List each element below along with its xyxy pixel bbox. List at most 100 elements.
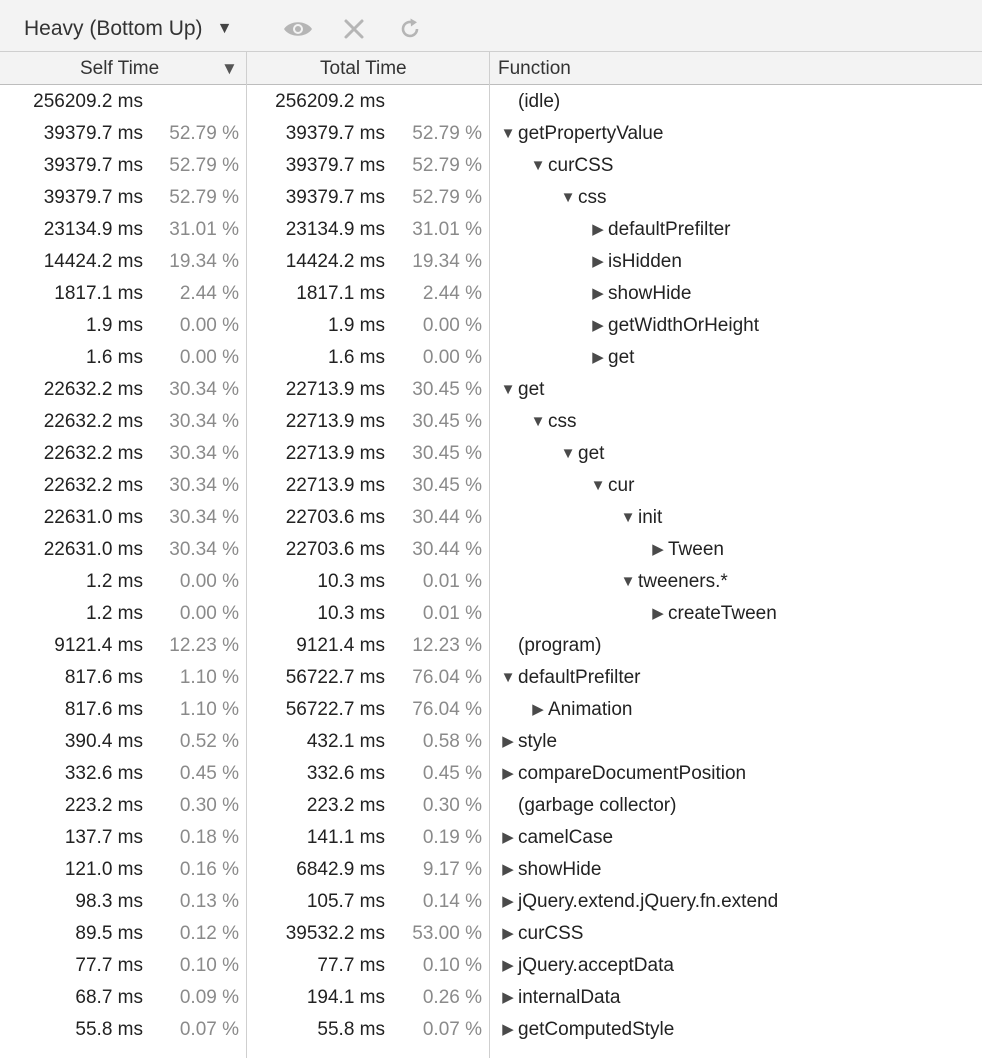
expanded-triangle-icon[interactable]: ▼ — [560, 438, 576, 470]
function-name[interactable]: internalData — [518, 982, 620, 1014]
function-name[interactable]: get — [578, 438, 604, 470]
expanded-triangle-icon[interactable]: ▼ — [500, 662, 516, 694]
function-name[interactable]: style — [518, 726, 557, 758]
expanded-triangle-icon[interactable]: ▼ — [500, 118, 516, 150]
collapsed-triangle-icon[interactable]: ▶ — [500, 822, 516, 854]
table-row[interactable]: 121.0 ms 0.16 % 6842.9 ms 9.17 % ▶ showHide — [0, 854, 982, 886]
collapsed-triangle-icon[interactable]: ▶ — [500, 982, 516, 1014]
self-time-value: 9121.4 ms — [54, 635, 143, 656]
function-name[interactable]: camelCase — [518, 822, 613, 854]
table-row[interactable]: 1.9 ms 0.00 % 1.9 ms 0.00 % ▶ getWidthOrHeigh… — [0, 310, 982, 342]
table-row[interactable]: 1.6 ms 0.00 % 1.6 ms 0.00 % ▶ get — [0, 342, 982, 374]
table-row[interactable]: 1.2 ms 0.00 % 10.3 ms 0.01 % ▼ tweeners.* — [0, 566, 982, 598]
table-row[interactable]: 137.7 ms 0.18 % 141.1 ms 0.19 % ▶ camelCase — [0, 822, 982, 854]
view-mode-select[interactable]: Heavy (Bottom Up) ▼ — [24, 14, 232, 44]
eye-icon[interactable] — [282, 14, 314, 44]
table-row[interactable]: 1.2 ms 0.00 % 10.3 ms 0.01 % ▶ createTween — [0, 598, 982, 630]
expanded-triangle-icon[interactable]: ▼ — [620, 566, 636, 598]
table-row[interactable]: 39379.7 ms 52.79 % 39379.7 ms 52.79 % ▼ getPr… — [0, 118, 982, 150]
table-row[interactable]: 332.6 ms 0.45 % 332.6 ms 0.45 % ▶ compareDocu… — [0, 758, 982, 790]
function-name[interactable]: (idle) — [518, 86, 560, 118]
collapsed-triangle-icon[interactable]: ▶ — [500, 726, 516, 758]
total-time-value: 55.8 ms — [317, 1019, 385, 1040]
collapsed-triangle-icon[interactable]: ▶ — [590, 278, 606, 310]
function-name[interactable]: Animation — [548, 694, 633, 726]
collapsed-triangle-icon[interactable]: ▶ — [650, 598, 666, 630]
table-row[interactable]: 22632.2 ms 30.34 % 22713.9 ms 30.45 % ▼ get — [0, 438, 982, 470]
collapsed-triangle-icon[interactable]: ▶ — [500, 758, 516, 790]
table-row[interactable]: 22632.2 ms 30.34 % 22713.9 ms 30.45 % ▼ cur — [0, 470, 982, 502]
function-name[interactable]: showHide — [518, 854, 601, 886]
collapsed-triangle-icon[interactable]: ▶ — [500, 854, 516, 886]
function-name[interactable]: css — [548, 406, 577, 438]
table-row[interactable]: 817.6 ms 1.10 % 56722.7 ms 76.04 % ▼ defaultP… — [0, 662, 982, 694]
function-name[interactable]: createTween — [668, 598, 777, 630]
table-row[interactable]: 55.8 ms 0.07 % 55.8 ms 0.07 % ▶ getComputedSt… — [0, 1014, 982, 1046]
self-time-percent: 52.79 % — [169, 187, 239, 208]
self-time-header[interactable]: Self Time — [80, 52, 159, 85]
function-name[interactable]: (garbage collector) — [518, 790, 676, 822]
table-row[interactable]: 68.7 ms 0.09 % 194.1 ms 0.26 % ▶ internalData — [0, 982, 982, 1014]
function-name[interactable]: getWidthOrHeight — [608, 310, 759, 342]
function-header[interactable]: Function — [498, 52, 571, 85]
expanded-triangle-icon[interactable]: ▼ — [560, 182, 576, 214]
table-row[interactable]: 98.3 ms 0.13 % 105.7 ms 0.14 % ▶ jQuery.exten… — [0, 886, 982, 918]
function-name[interactable]: getPropertyValue — [518, 118, 663, 150]
function-name[interactable]: cur — [608, 470, 634, 502]
collapsed-triangle-icon[interactable]: ▶ — [590, 310, 606, 342]
expanded-triangle-icon[interactable]: ▼ — [530, 406, 546, 438]
function-name[interactable]: get — [518, 374, 544, 406]
self-time-percent: 30.34 % — [169, 443, 239, 464]
table-row[interactable]: 89.5 ms 0.12 % 39532.2 ms 53.00 % ▶ curCSS — [0, 918, 982, 950]
total-time-value: 22703.6 ms — [285, 507, 385, 528]
function-name[interactable]: init — [638, 502, 662, 534]
table-row[interactable]: 77.7 ms 0.10 % 77.7 ms 0.10 % ▶ jQuery.accept… — [0, 950, 982, 982]
collapsed-triangle-icon[interactable]: ▶ — [530, 694, 546, 726]
collapsed-triangle-icon[interactable]: ▶ — [500, 886, 516, 918]
expanded-triangle-icon[interactable]: ▼ — [500, 374, 516, 406]
close-icon[interactable] — [338, 14, 370, 44]
collapsed-triangle-icon[interactable]: ▶ — [590, 246, 606, 278]
function-name[interactable]: jQuery.acceptData — [518, 950, 674, 982]
function-name[interactable]: jQuery.extend.jQuery.fn.extend — [518, 886, 778, 918]
function-name[interactable]: defaultPrefilter — [608, 214, 731, 246]
collapsed-triangle-icon[interactable]: ▶ — [590, 214, 606, 246]
function-name[interactable]: curCSS — [518, 918, 583, 950]
table-row[interactable]: 22632.2 ms 30.34 % 22713.9 ms 30.45 % ▼ get — [0, 374, 982, 406]
function-name[interactable]: defaultPrefilter — [518, 662, 641, 694]
table-row[interactable]: 22631.0 ms 30.34 % 22703.6 ms 30.44 % ▶ Tween — [0, 534, 982, 566]
function-name[interactable]: tweeners.* — [638, 566, 728, 598]
total-time-header[interactable]: Total Time — [320, 52, 407, 85]
table-row[interactable]: 14424.2 ms 19.34 % 14424.2 ms 19.34 % ▶ isHid… — [0, 246, 982, 278]
total-time-value: 77.7 ms — [317, 955, 385, 976]
collapsed-triangle-icon[interactable]: ▶ — [650, 534, 666, 566]
function-name[interactable]: Tween — [668, 534, 724, 566]
reload-icon[interactable] — [394, 14, 426, 44]
function-name[interactable]: compareDocumentPosition — [518, 758, 746, 790]
table-row[interactable]: 9121.4 ms 12.23 % 9121.4 ms 12.23 % (program… — [0, 630, 982, 662]
table-row[interactable]: 1817.1 ms 2.44 % 1817.1 ms 2.44 % ▶ showHide — [0, 278, 982, 310]
table-row[interactable]: 223.2 ms 0.30 % 223.2 ms 0.30 % (garbage col… — [0, 790, 982, 822]
table-row[interactable]: 23134.9 ms 31.01 % 23134.9 ms 31.01 % ▶ defau… — [0, 214, 982, 246]
function-name[interactable]: curCSS — [548, 150, 613, 182]
table-row[interactable]: 817.6 ms 1.10 % 56722.7 ms 76.04 % ▶ Animatio… — [0, 694, 982, 726]
expanded-triangle-icon[interactable]: ▼ — [530, 150, 546, 182]
function-name[interactable]: isHidden — [608, 246, 682, 278]
function-name[interactable]: get — [608, 342, 634, 374]
function-name[interactable]: showHide — [608, 278, 691, 310]
function-name[interactable]: css — [578, 182, 607, 214]
table-row[interactable]: 390.4 ms 0.52 % 432.1 ms 0.58 % ▶ style — [0, 726, 982, 758]
collapsed-triangle-icon[interactable]: ▶ — [500, 918, 516, 950]
function-name[interactable]: getComputedStyle — [518, 1014, 674, 1046]
collapsed-triangle-icon[interactable]: ▶ — [500, 950, 516, 982]
collapsed-triangle-icon[interactable]: ▶ — [590, 342, 606, 374]
expanded-triangle-icon[interactable]: ▼ — [590, 470, 606, 502]
table-row[interactable]: 22631.0 ms 30.34 % 22703.6 ms 30.44 % ▼ init — [0, 502, 982, 534]
collapsed-triangle-icon[interactable]: ▶ — [500, 1014, 516, 1046]
table-row[interactable]: 256209.2 ms 256209.2 ms (idle) — [0, 86, 982, 118]
expanded-triangle-icon[interactable]: ▼ — [620, 502, 636, 534]
table-row[interactable]: 39379.7 ms 52.79 % 39379.7 ms 52.79 % ▼ curCS… — [0, 150, 982, 182]
table-row[interactable]: 22632.2 ms 30.34 % 22713.9 ms 30.45 % ▼ css — [0, 406, 982, 438]
table-row[interactable]: 39379.7 ms 52.79 % 39379.7 ms 52.79 % ▼ css — [0, 182, 982, 214]
function-name[interactable]: (program) — [518, 630, 601, 662]
